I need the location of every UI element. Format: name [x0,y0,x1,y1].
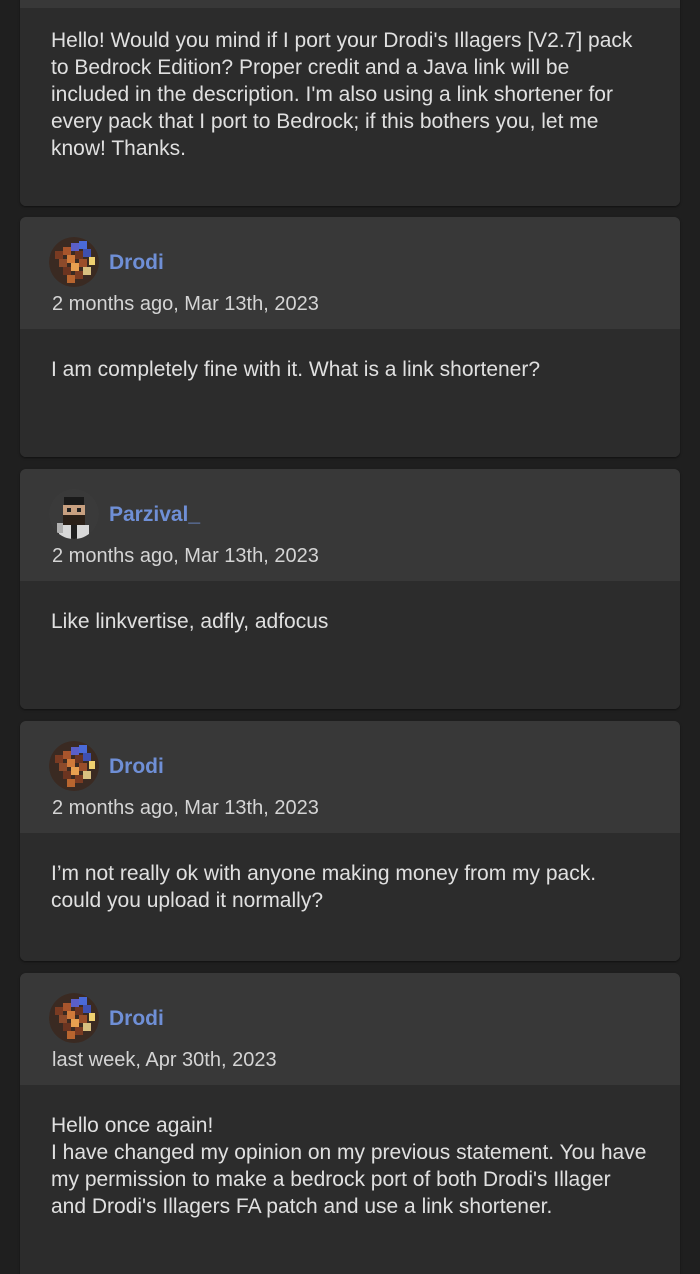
comment-text: Like linkvertise, adfly, adfocus [20,581,680,709]
drodi-avatar-icon[interactable] [49,993,99,1043]
comment-card: Drodi 2 months ago, Mar 13th, 2023 I am … [20,217,680,457]
comment-text: Hello once again! I have changed my opin… [20,1085,680,1274]
comment-header [20,0,680,8]
comment-header: Drodi last week, Apr 30th, 2023 [20,973,680,1085]
comment-text: I am completely fine with it. What is a … [20,329,680,457]
comment-feed: Hello! Would you mind if I port your Dro… [0,0,700,1274]
comment-header: Parzival_ 2 months ago, Mar 13th, 2023 [20,469,680,581]
author-link[interactable]: Parzival_ [109,503,200,527]
author-link[interactable]: Drodi [109,755,164,779]
parzival-avatar-icon[interactable] [49,489,99,539]
comment-header: Drodi 2 months ago, Mar 13th, 2023 [20,721,680,833]
comment-timestamp: 2 months ago, Mar 13th, 2023 [52,797,319,819]
comment-timestamp: 2 months ago, Mar 13th, 2023 [52,545,319,567]
comment-card: Hello! Would you mind if I port your Dro… [20,0,680,206]
comment-card: Drodi last week, Apr 30th, 2023 Hello on… [20,973,680,1274]
comment-text: Hello! Would you mind if I port your Dro… [20,8,680,206]
comment-card: Drodi 2 months ago, Mar 13th, 2023 I’m n… [20,721,680,961]
author-link[interactable]: Drodi [109,251,164,275]
author-link[interactable]: Drodi [109,1007,164,1031]
comment-text: I’m not really ok with anyone making mon… [20,833,680,961]
comment-header: Drodi 2 months ago, Mar 13th, 2023 [20,217,680,329]
drodi-avatar-icon[interactable] [49,741,99,791]
comment-timestamp: last week, Apr 30th, 2023 [52,1049,277,1071]
comment-timestamp: 2 months ago, Mar 13th, 2023 [52,293,319,315]
drodi-avatar-icon[interactable] [49,237,99,287]
comment-card: Parzival_ 2 months ago, Mar 13th, 2023 L… [20,469,680,709]
